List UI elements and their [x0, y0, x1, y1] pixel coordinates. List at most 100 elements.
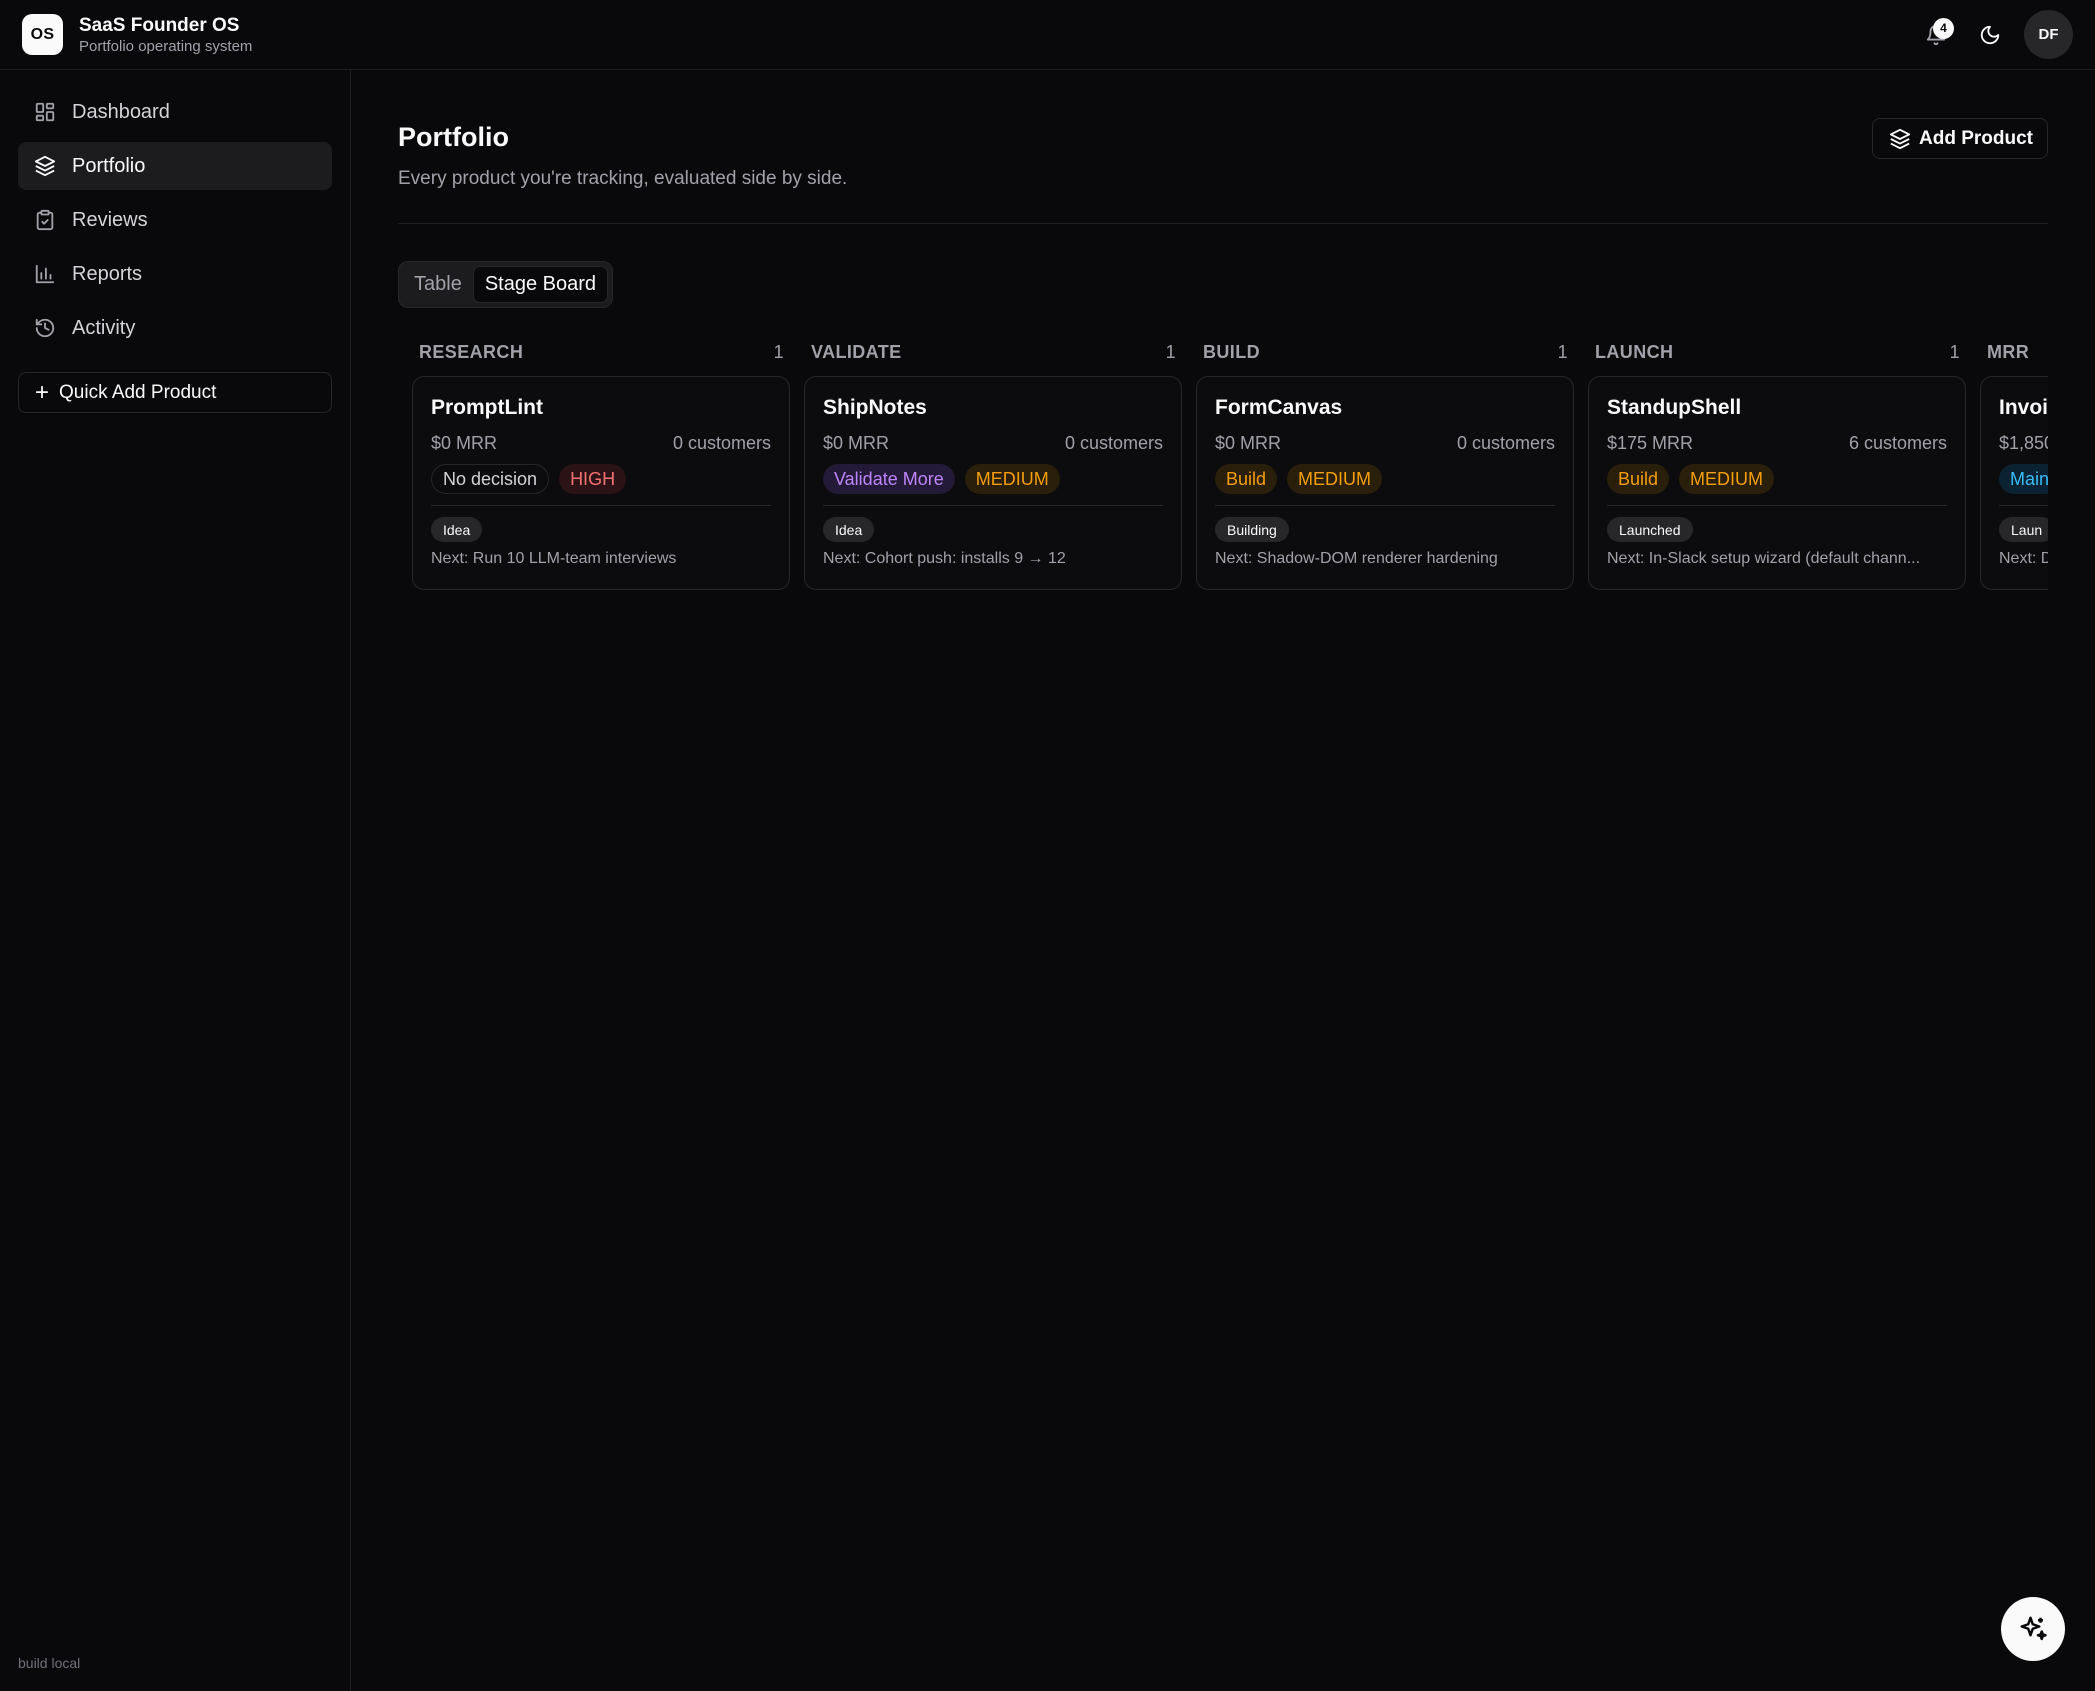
decision-badge: Build — [1215, 464, 1278, 494]
build-label: build local — [18, 1655, 81, 1671]
board-column-research: RESEARCH 1 PromptLint $0 MRR 0 customers… — [412, 332, 790, 590]
next-action: Next: Cohort push: installs 9 → 12 — [823, 550, 1066, 567]
moon-icon — [1980, 25, 2000, 44]
sidebar-item-label: Dashboard — [72, 100, 170, 123]
card-badges: No decision HIGH — [431, 464, 771, 494]
mrr-value: $0 MRR — [823, 433, 890, 453]
tab-table[interactable]: Table — [403, 266, 473, 303]
app-subtitle: Portfolio operating system — [79, 37, 253, 55]
sidebar-item-activity[interactable]: Activity — [18, 304, 332, 352]
board-column-launch: LAUNCH 1 StandupShell $175 MRR 6 custome… — [1588, 332, 1966, 590]
layers-icon — [34, 155, 56, 177]
product-name: FormCanvas — [1215, 396, 1343, 419]
card-badges: Build MEDIUM — [1607, 464, 1947, 494]
product-name: Invoi — [1999, 396, 2048, 419]
product-name: PromptLint — [431, 396, 543, 419]
history-icon — [34, 317, 56, 339]
column-header: BUILD 1 — [1196, 332, 1574, 372]
board-column-build: BUILD 1 FormCanvas $0 MRR 0 customers Bu… — [1196, 332, 1574, 590]
customer-count: 0 customers — [1064, 433, 1163, 453]
tab-stage-board[interactable]: Stage Board — [472, 266, 609, 303]
brand: SaaS Founder OS Portfolio operating syst… — [79, 14, 252, 56]
divider — [1999, 505, 2048, 506]
stage-badge: Launched — [1607, 517, 1693, 542]
theme-toggle-button[interactable] — [1968, 13, 2012, 57]
add-product-button[interactable]: Add Product — [1872, 118, 2048, 159]
next-action: Next: D — [1999, 550, 2048, 567]
decision-badge: Main — [1999, 464, 2048, 494]
quick-add-product-button[interactable]: + Quick Add Product — [18, 372, 332, 413]
app-logo[interactable]: OS — [22, 14, 63, 55]
sidebar-item-reports[interactable]: Reports — [18, 250, 332, 298]
card-badges: Validate More MEDIUM — [823, 464, 1163, 494]
customer-count: 0 customers — [672, 433, 771, 453]
stage-badge: Building — [1215, 517, 1289, 542]
main-content: Portfolio Every product you're tracking,… — [398, 70, 2048, 590]
product-card[interactable]: FormCanvas $0 MRR 0 customers Build MEDI… — [1196, 376, 1574, 590]
add-product-label: Add Product — [1919, 127, 2033, 149]
mrr-value: $175 MRR — [1607, 433, 1694, 453]
sidebar-item-label: Reviews — [72, 208, 148, 231]
column-count: 1 — [1165, 341, 1176, 362]
column-name: BUILD — [1203, 341, 1260, 362]
column-name: VALIDATE — [811, 341, 902, 362]
divider — [823, 505, 1163, 506]
quick-add-label: Quick Add Product — [59, 381, 217, 403]
stage-badge: Laun — [1999, 517, 2048, 542]
sidebar: Dashboard Portfolio Reviews Reports Acti… — [0, 70, 351, 1691]
app-title: SaaS Founder OS — [79, 14, 240, 36]
decision-badge: Validate More — [823, 464, 955, 494]
bar-chart-icon — [34, 263, 56, 285]
mrr-value: $1,850 — [1999, 433, 2048, 453]
view-toggle: Table Stage Board — [398, 261, 614, 308]
page-title: Portfolio — [398, 122, 509, 152]
priority-badge: MEDIUM — [1679, 464, 1775, 494]
layers-icon — [1889, 128, 1911, 149]
sidebar-item-portfolio[interactable]: Portfolio — [18, 142, 332, 190]
column-header: VALIDATE 1 — [804, 332, 1182, 372]
clipboard-check-icon — [34, 209, 56, 231]
sparkles-icon — [2020, 1616, 2047, 1641]
page-subtitle: Every product you're tracking, evaluated… — [398, 168, 848, 189]
decision-badge: Build — [1607, 464, 1670, 494]
product-name: ShipNotes — [823, 396, 927, 419]
next-action: Next: Shadow-DOM renderer hardening — [1215, 550, 1498, 567]
column-count: 1 — [1557, 341, 1568, 362]
product-card[interactable]: Invoi $1,850 Main Laun Next: D — [1980, 376, 2048, 590]
sidebar-item-label: Reports — [72, 262, 143, 285]
stage-board: RESEARCH 1 PromptLint $0 MRR 0 customers… — [412, 332, 2048, 672]
card-metrics: $175 MRR 6 customers — [1607, 433, 1947, 454]
priority-badge: HIGH — [559, 464, 627, 494]
board-column-validate: VALIDATE 1 ShipNotes $0 MRR 0 customers … — [804, 332, 1182, 590]
product-card[interactable]: PromptLint $0 MRR 0 customers No decisio… — [412, 376, 790, 590]
column-header: MRR — [1980, 332, 2048, 372]
sidebar-item-dashboard[interactable]: Dashboard — [18, 88, 332, 136]
product-card[interactable]: StandupShell $175 MRR 6 customers Build … — [1588, 376, 1966, 590]
priority-badge: MEDIUM — [1287, 464, 1383, 494]
card-badges: Build MEDIUM — [1215, 464, 1555, 494]
sidebar-item-label: Activity — [72, 316, 136, 339]
customer-count: 0 customers — [1456, 433, 1555, 453]
divider — [1215, 505, 1555, 506]
board-column-mrr: MRR Invoi $1,850 Main Laun Next: D — [1980, 332, 2048, 590]
page-header: Portfolio Every product you're tracking,… — [398, 70, 2048, 224]
decision-badge: No decision — [431, 464, 550, 494]
column-count: 1 — [1949, 341, 1960, 362]
mrr-value: $0 MRR — [431, 433, 498, 453]
column-header: RESEARCH 1 — [412, 332, 790, 372]
user-avatar[interactable]: DF — [2024, 10, 2073, 59]
sidebar-item-reviews[interactable]: Reviews — [18, 196, 332, 244]
dashboard-icon — [34, 101, 56, 123]
next-action: Next: Run 10 LLM-team interviews — [431, 550, 677, 567]
column-header: LAUNCH 1 — [1588, 332, 1966, 372]
stage-badge: Idea — [431, 517, 483, 542]
notifications-button[interactable]: 4 — [1914, 13, 1958, 57]
card-metrics: $0 MRR 0 customers — [431, 433, 771, 454]
product-name: StandupShell — [1607, 396, 1742, 419]
card-badges: Main — [1999, 464, 2048, 494]
card-metrics: $0 MRR 0 customers — [823, 433, 1163, 454]
ai-assistant-button[interactable] — [2001, 1597, 2065, 1661]
plus-icon: + — [35, 378, 50, 406]
column-name: RESEARCH — [419, 341, 524, 362]
product-card[interactable]: ShipNotes $0 MRR 0 customers Validate Mo… — [804, 376, 1182, 590]
